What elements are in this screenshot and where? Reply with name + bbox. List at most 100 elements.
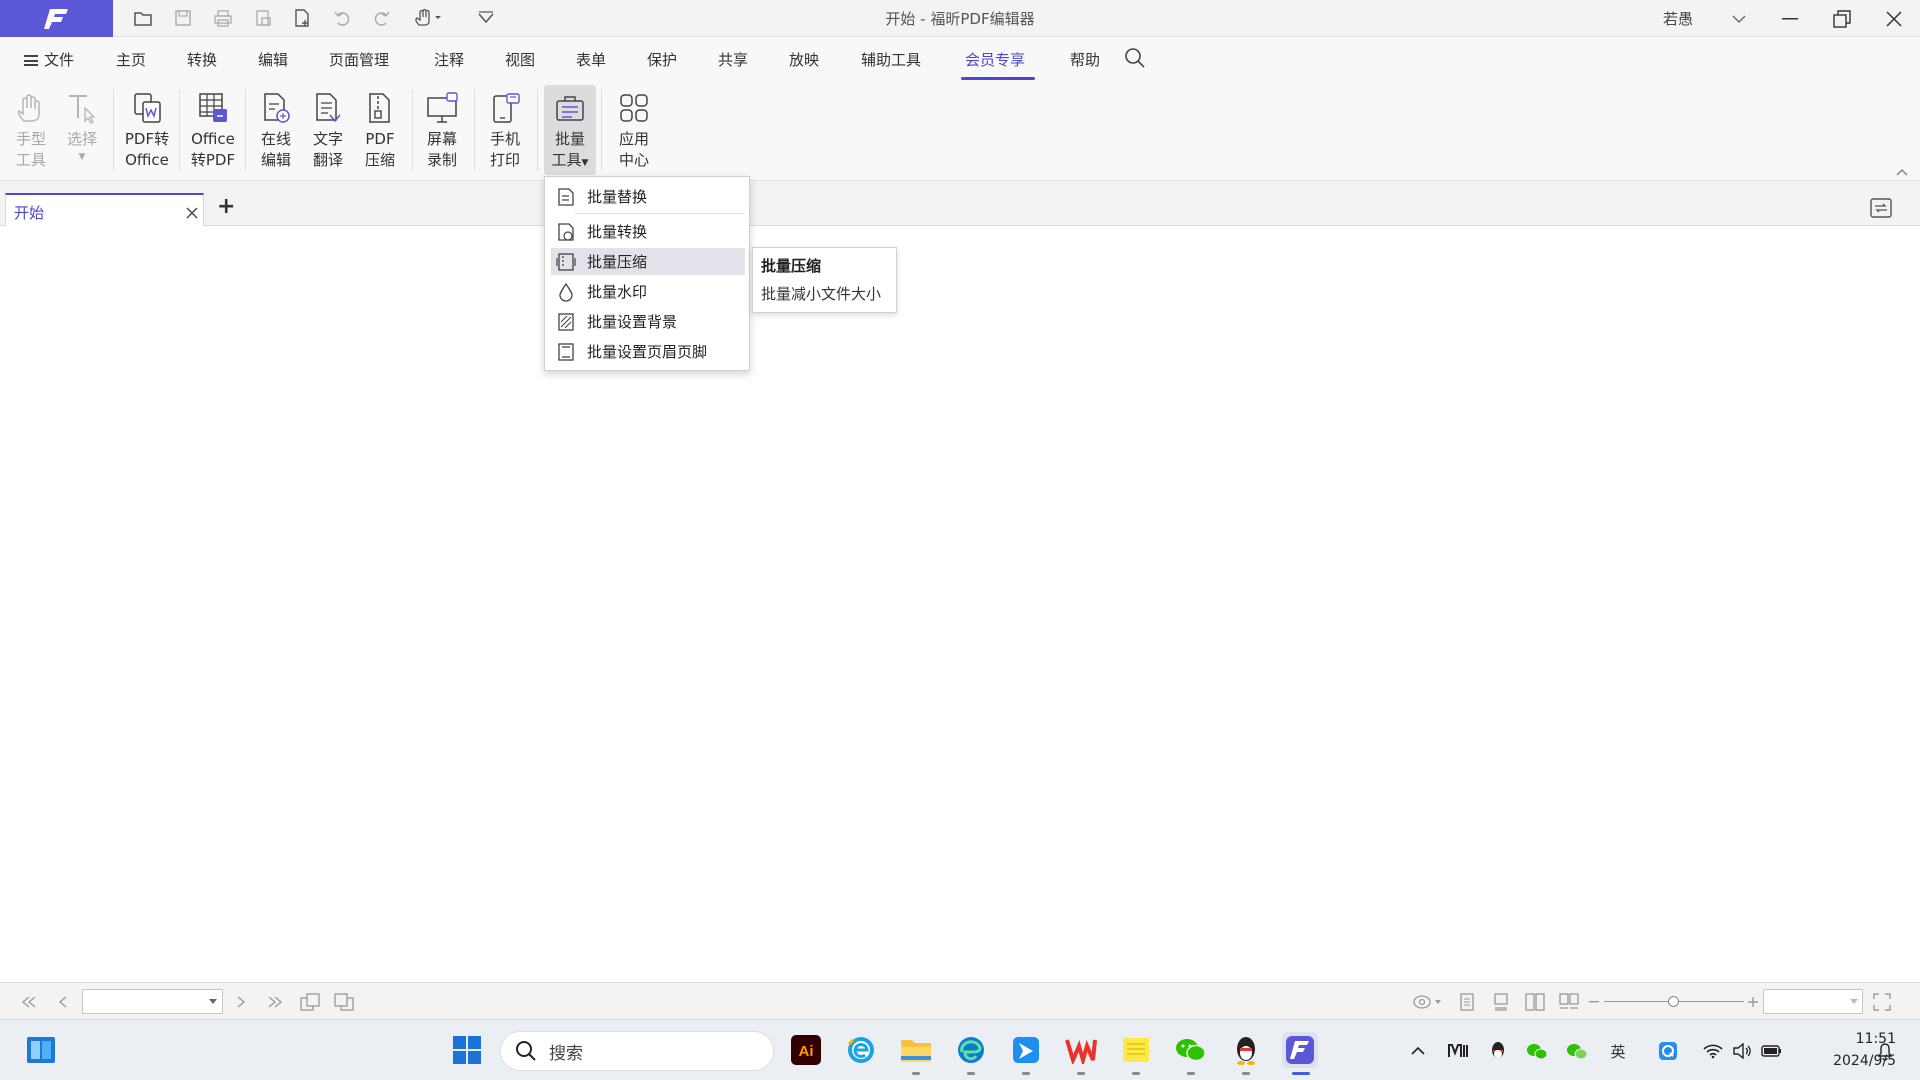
- single-page-view-icon[interactable]: [1456, 991, 1478, 1013]
- menu-home[interactable]: 主页: [116, 49, 146, 70]
- search-icon[interactable]: [1124, 47, 1146, 73]
- continuous-facing-view-icon[interactable]: [1558, 991, 1580, 1013]
- batch-tools-button[interactable]: 批量 工具▼: [544, 85, 596, 175]
- show-hidden-icons-chevron-icon[interactable]: [1406, 1040, 1430, 1062]
- print-icon[interactable]: [209, 6, 237, 30]
- pdf-to-office-button[interactable]: PDF转 Office: [120, 85, 174, 175]
- ribbon: 手型 工具 选择 ▼ PDF转 Office Office 转PDF 在线 编辑 文字 翻译…: [0, 81, 1920, 181]
- batch-replace-icon: [555, 186, 577, 208]
- menu-share[interactable]: 共享: [718, 49, 748, 70]
- battery-charging-icon[interactable]: [1760, 1040, 1784, 1062]
- app-center-button[interactable]: 应用 中心: [608, 85, 660, 175]
- running-indicator: [912, 1072, 920, 1075]
- widgets-icon[interactable]: [23, 1032, 59, 1068]
- close-button[interactable]: [1868, 0, 1920, 37]
- new-document-icon[interactable]: [288, 6, 316, 30]
- batch-set-header-footer-item[interactable]: 批量设置页眉页脚: [551, 338, 745, 365]
- qq-tray-icon[interactable]: [1486, 1040, 1510, 1062]
- hand-tool-button[interactable]: 手型 工具: [8, 85, 54, 175]
- batch-convert-item[interactable]: 批量转换: [551, 218, 745, 245]
- batch-compress-item[interactable]: 批量压缩: [551, 248, 745, 275]
- next-page-icon[interactable]: [230, 991, 252, 1013]
- minimize-button[interactable]: [1764, 0, 1816, 37]
- open-folder-icon[interactable]: [129, 6, 157, 30]
- taskbar-search-box[interactable]: 搜索: [500, 1031, 774, 1071]
- panel-toggle-icon[interactable]: [1870, 198, 1892, 222]
- app-logo[interactable]: [0, 0, 113, 37]
- facing-view-icon[interactable]: [1524, 991, 1546, 1013]
- menu-member-exclusive[interactable]: 会员专享: [965, 49, 1025, 70]
- pdf-compress-button[interactable]: PDF 压缩: [356, 85, 404, 175]
- page-number-input[interactable]: [82, 989, 223, 1014]
- menu-view[interactable]: 视图: [505, 49, 535, 70]
- wps-office-icon[interactable]: [1063, 1032, 1099, 1068]
- restore-button[interactable]: [1816, 0, 1868, 37]
- next-view-icon[interactable]: [333, 991, 355, 1013]
- wechat-icon[interactable]: [1173, 1032, 1209, 1068]
- last-page-icon[interactable]: [264, 991, 286, 1013]
- save-as-icon[interactable]: [249, 6, 277, 30]
- office-to-pdf-button[interactable]: Office 转PDF: [185, 85, 241, 175]
- translate-button[interactable]: 文字 翻译: [304, 85, 352, 175]
- hand-mode-dropdown-icon[interactable]: [410, 6, 446, 30]
- read-mode-dropdown-icon[interactable]: [1411, 991, 1445, 1013]
- feishu-app-icon[interactable]: [1008, 1032, 1044, 1068]
- batch-watermark-item[interactable]: 批量水印: [551, 278, 745, 305]
- save-icon[interactable]: [169, 6, 197, 30]
- page-dropdown-arrow-icon[interactable]: [209, 999, 217, 1005]
- batch-replace-item[interactable]: 批量替换: [551, 183, 745, 210]
- wechat-tray-icon[interactable]: [1525, 1040, 1549, 1062]
- sticky-notes-icon[interactable]: [1118, 1032, 1154, 1068]
- zoom-level-input[interactable]: [1763, 989, 1863, 1014]
- hand-tool-label-1: 手型: [15, 130, 46, 148]
- zoom-in-icon[interactable]: [1742, 991, 1764, 1013]
- wechat-work-tray-icon[interactable]: [1565, 1040, 1589, 1062]
- qq-penguin-icon[interactable]: [1228, 1032, 1264, 1068]
- previous-view-icon[interactable]: [299, 991, 321, 1013]
- menu-convert[interactable]: 转换: [187, 49, 217, 70]
- file-explorer-icon[interactable]: [898, 1032, 934, 1068]
- close-tab-icon[interactable]: [186, 204, 198, 223]
- file-menu[interactable]: 文件: [24, 49, 74, 70]
- account-chevron-down-icon[interactable]: [1713, 0, 1765, 37]
- hamburger-icon: [24, 55, 38, 66]
- input-method-icon[interactable]: 英: [1606, 1040, 1630, 1062]
- volume-icon[interactable]: [1730, 1040, 1754, 1062]
- customize-toolbar-icon[interactable]: [472, 6, 500, 30]
- previous-page-icon[interactable]: [52, 991, 74, 1013]
- document-tab[interactable]: 开始: [5, 193, 204, 226]
- edge-browser-icon[interactable]: [953, 1032, 989, 1068]
- mobile-print-button[interactable]: 手机 打印: [481, 85, 529, 175]
- user-name[interactable]: 若愚: [1663, 8, 1693, 29]
- browser-e-icon[interactable]: [843, 1032, 879, 1068]
- online-edit-button[interactable]: 在线 编辑: [252, 85, 300, 175]
- menu-page-management[interactable]: 页面管理: [329, 49, 389, 70]
- zoom-dropdown-arrow-icon[interactable]: [1850, 999, 1858, 1005]
- first-page-icon[interactable]: [18, 991, 40, 1013]
- new-tab-button[interactable]: +: [217, 194, 235, 219]
- zoom-out-icon[interactable]: [1584, 991, 1606, 1013]
- menu-accessibility-tools[interactable]: 辅助工具: [861, 49, 921, 70]
- wifi-icon[interactable]: [1701, 1040, 1725, 1062]
- select-tool-button[interactable]: 选择 ▼: [58, 85, 106, 175]
- qq-browser-tray-icon[interactable]: [1656, 1040, 1680, 1062]
- menu-slideshow[interactable]: 放映: [789, 49, 819, 70]
- redo-icon[interactable]: [368, 6, 396, 30]
- menu-annotate[interactable]: 注释: [434, 49, 464, 70]
- tray-app-icon[interactable]: [1446, 1040, 1470, 1062]
- undo-icon[interactable]: [328, 6, 356, 30]
- collapse-ribbon-chevron-up-icon[interactable]: [1896, 161, 1908, 180]
- screen-record-button[interactable]: 屏幕 录制: [418, 85, 466, 175]
- menu-protect[interactable]: 保护: [647, 49, 677, 70]
- foxit-pdf-editor-taskbar-icon[interactable]: [1282, 1032, 1318, 1068]
- menu-edit[interactable]: 编辑: [258, 49, 288, 70]
- menu-help[interactable]: 帮助: [1070, 49, 1100, 70]
- menu-form[interactable]: 表单: [576, 49, 606, 70]
- adobe-illustrator-icon[interactable]: Ai: [788, 1032, 824, 1068]
- zoom-slider-thumb[interactable]: [1668, 996, 1679, 1007]
- batch-set-background-item[interactable]: 批量设置背景: [551, 308, 745, 335]
- start-windows-icon[interactable]: [449, 1032, 485, 1068]
- notification-bell-icon[interactable]: [1873, 1040, 1897, 1062]
- fullscreen-icon[interactable]: [1871, 991, 1893, 1013]
- continuous-view-icon[interactable]: [1490, 991, 1512, 1013]
